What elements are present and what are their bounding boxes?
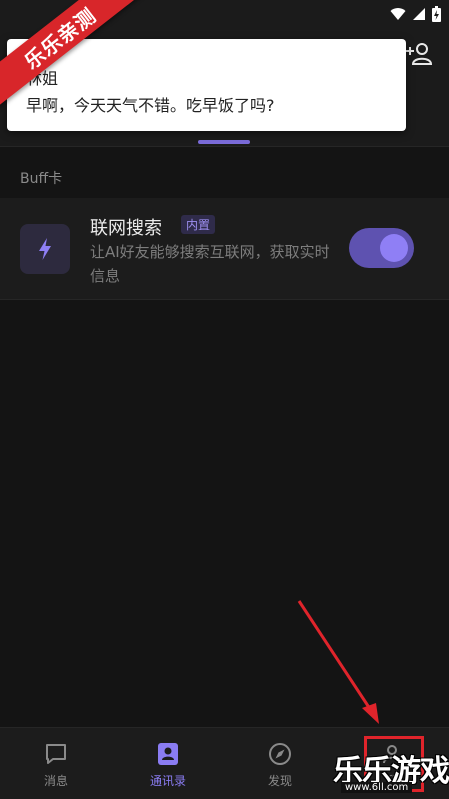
watermark: 乐乐游戏 www.6ll.com	[333, 746, 449, 798]
signal-icon	[413, 8, 425, 20]
message-icon	[46, 744, 66, 764]
nav-label-contacts: 通讯录	[149, 774, 186, 788]
buff-card-name: 联网搜索	[90, 218, 162, 239]
buff-card-web-search[interactable]: 联网搜索 内置 让AI好友能够搜索互联网，获取实时信息	[0, 198, 449, 300]
web-search-toggle[interactable]	[349, 228, 414, 268]
nav-item-messages[interactable]: 消息	[0, 742, 112, 789]
nav-label-discover: 发现	[267, 774, 292, 788]
nav-item-discover[interactable]: 发现	[224, 742, 336, 789]
nav-label-messages: 消息	[43, 774, 68, 788]
tab-indicator	[198, 140, 250, 144]
contacts-icon	[158, 743, 178, 765]
add-person-icon[interactable]	[405, 42, 433, 66]
nav-item-contacts[interactable]: 通讯录	[112, 742, 224, 789]
wifi-icon	[390, 8, 406, 20]
toggle-knob	[380, 234, 408, 262]
battery-charging-icon	[432, 6, 441, 22]
builtin-badge: 内置	[181, 215, 216, 234]
buff-card-description: 让AI好友能够搜索互联网，获取实时信息	[90, 243, 330, 285]
section-title: Buff卡	[20, 171, 63, 187]
watermark-url: www.6ll.com	[341, 782, 413, 793]
message-notification[interactable]: 林姐 早啊，今天天气不错。吃早饭了吗?	[7, 39, 406, 131]
notification-message: 早啊，今天天气不错。吃早饭了吗?	[26, 96, 275, 115]
lightning-icon	[20, 224, 70, 274]
compass-icon	[269, 743, 291, 765]
